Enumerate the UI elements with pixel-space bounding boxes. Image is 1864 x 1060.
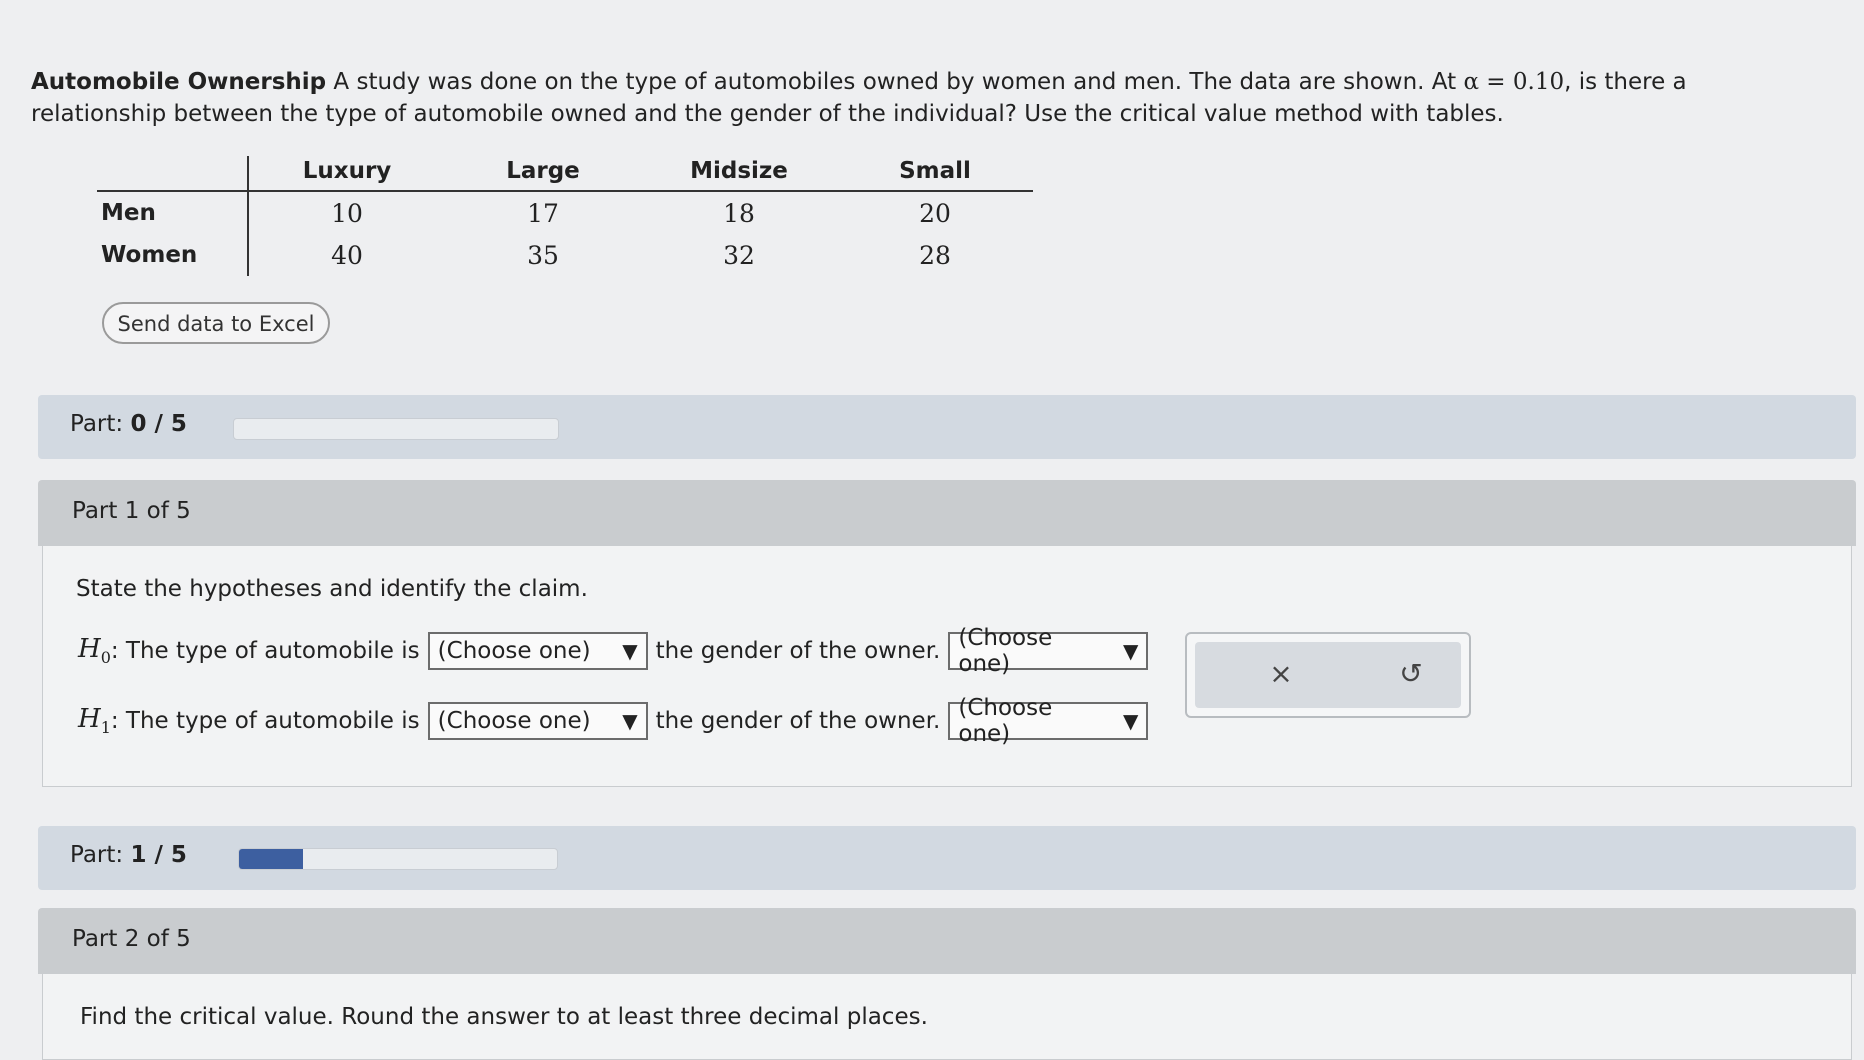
h0-lead-text: : The type of automobile is	[110, 638, 420, 664]
part-2-header: Part 2 of 5	[38, 908, 1856, 974]
dropdown-arrow-icon: ▼	[622, 639, 638, 663]
alpha-expression: α = 0.10	[1463, 69, 1565, 95]
part-progress-value: 0 / 5	[130, 411, 187, 437]
part-1-title: Part 1 of 5	[72, 498, 191, 524]
table-row: Women 40 35 32 28	[97, 234, 1033, 276]
send-to-excel-button[interactable]: Send data to Excel	[102, 302, 330, 344]
table-cell: 17	[527, 198, 559, 228]
part-2-title: Part 2 of 5	[72, 926, 191, 952]
problem-statement: Automobile Ownership A study was done on…	[31, 66, 1821, 130]
h1-lead-text: : The type of automobile is	[110, 708, 420, 734]
part-progress-label: Part: 0 / 5	[70, 411, 187, 437]
h0-claim-select[interactable]: (Choose one) ▼	[948, 625, 1149, 677]
table-header-row: Luxury Large Midsize Small	[97, 156, 1033, 192]
part-1-body: State the hypotheses and identify the cl…	[42, 546, 1852, 787]
reset-icon[interactable]: ↺	[1391, 654, 1431, 694]
table-corner	[97, 156, 248, 192]
part-progress-label: Part: 1 / 5	[70, 842, 187, 868]
h0-middle-text: the gender of the owner.	[655, 638, 941, 664]
table-cell: 18	[723, 198, 755, 228]
progress-track	[233, 418, 559, 440]
dropdown-arrow-icon: ▼	[1122, 709, 1139, 733]
h1-row: H1 : The type of automobile is (Choose o…	[78, 695, 1156, 747]
answer-action-box: × ↺	[1185, 632, 1471, 718]
h0-row: H0 : The type of automobile is (Choose o…	[78, 625, 1156, 677]
action-toolbar: × ↺	[1195, 642, 1461, 708]
table-cell: 10	[331, 198, 363, 228]
dropdown-arrow-icon: ▼	[622, 709, 638, 733]
h1-middle-text: the gender of the owner.	[655, 708, 941, 734]
column-header: Large	[445, 156, 641, 192]
part-2-body: Find the critical value. Round the answe…	[42, 974, 1852, 1060]
column-header: Midsize	[641, 156, 837, 192]
table-row: Men 10 17 18 20	[97, 191, 1033, 234]
column-header: Small	[837, 156, 1033, 192]
row-label: Women	[97, 234, 249, 276]
table-cell: 35	[527, 240, 559, 270]
part-progress-value: 1 / 5	[130, 842, 187, 868]
part-progress-bar: Part: 0 / 5	[38, 395, 1856, 459]
problem-title: Automobile Ownership	[31, 69, 327, 95]
h0-relation-select[interactable]: (Choose one) ▼	[427, 632, 648, 670]
table-cell: 32	[723, 240, 755, 270]
table-cell: 40	[331, 240, 363, 270]
progress-fill	[239, 849, 303, 869]
data-table: Luxury Large Midsize Small Men 10 17 18 …	[97, 156, 1033, 276]
h1-symbol: H1	[78, 704, 111, 738]
h1-relation-select[interactable]: (Choose one) ▼	[427, 702, 648, 740]
column-header: Luxury	[247, 156, 445, 192]
h0-symbol: H0	[78, 634, 111, 668]
part-2-prompt: Find the critical value. Round the answe…	[80, 1004, 928, 1030]
part-progress-bar: Part: 1 / 5	[38, 826, 1856, 890]
row-label: Men	[97, 191, 249, 234]
clear-icon[interactable]: ×	[1261, 654, 1301, 694]
part-1-prompt: State the hypotheses and identify the cl…	[76, 576, 588, 602]
table-cell: 28	[919, 240, 951, 270]
table-cell: 20	[919, 198, 951, 228]
dropdown-arrow-icon: ▼	[1122, 639, 1139, 663]
progress-track	[238, 848, 558, 870]
part-1-header: Part 1 of 5	[38, 480, 1856, 546]
h1-claim-select[interactable]: (Choose one) ▼	[948, 695, 1149, 747]
problem-text-1: A study was done on the type of automobi…	[326, 69, 1464, 95]
